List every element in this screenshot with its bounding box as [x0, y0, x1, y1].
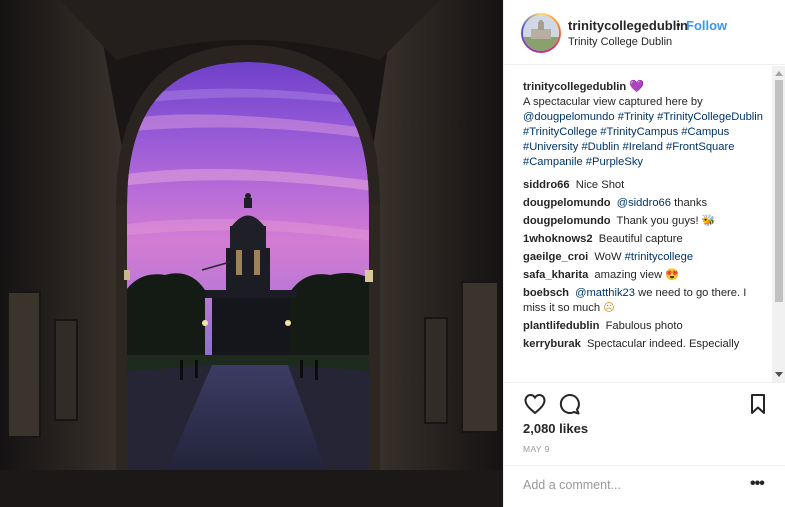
- comment-button[interactable]: [557, 392, 581, 416]
- comment-username[interactable]: siddro66: [523, 179, 570, 191]
- post-details-panel: trinitycollegedublin • Follow Trinity Co…: [503, 0, 785, 507]
- post-photo[interactable]: [0, 0, 503, 507]
- post-location[interactable]: Trinity College Dublin: [568, 36, 672, 48]
- comment-hashtag[interactable]: #trinitycollege: [625, 251, 693, 263]
- comment-text: WoW: [594, 251, 622, 263]
- separator-dot: •: [676, 17, 681, 32]
- scroll-up-arrow-icon[interactable]: [775, 71, 783, 76]
- comment-item: 1whoknows2 Beautiful capture: [523, 232, 763, 247]
- scrollbar-thumb[interactable]: [775, 80, 783, 302]
- comment-item: boebsch @matthik23 we need to go there. …: [523, 286, 763, 316]
- post-date: MAY 9: [523, 444, 550, 454]
- post-caption: trinitycollegedublin 💜 A spectacular vie…: [523, 79, 763, 170]
- comment-username[interactable]: kerryburak: [523, 338, 581, 350]
- comment-text: Spectacular indeed. Especially: [586, 338, 740, 350]
- comment-item: plantlifedublin Fabulous photo: [523, 319, 763, 334]
- follow-button[interactable]: Follow: [686, 18, 727, 33]
- heart-eyes-emoji: 😍: [665, 269, 680, 281]
- comment-username[interactable]: gaeilge_croi: [523, 251, 588, 263]
- comments-scrollbar[interactable]: [772, 66, 785, 382]
- comment-item: kerryburak Spectacular indeed. Especiall…: [523, 337, 763, 352]
- purple-heart-emoji: 💜: [629, 79, 645, 93]
- comment-username[interactable]: safa_kharita: [523, 269, 588, 281]
- comment-username[interactable]: boebsch: [523, 287, 569, 299]
- post-header: trinitycollegedublin • Follow Trinity Co…: [504, 0, 785, 65]
- comment-text: thanks: [674, 197, 708, 209]
- avatar[interactable]: [521, 13, 561, 53]
- caption-mention[interactable]: @dougpelomundo: [523, 111, 615, 123]
- caption-text: A spectacular view captured here by: [523, 96, 703, 108]
- comment-mention[interactable]: @matthik23: [575, 287, 635, 299]
- comment-text: amazing view: [594, 269, 663, 281]
- comment-username[interactable]: dougpelomundo: [523, 197, 611, 209]
- account-username[interactable]: trinitycollegedublin: [568, 18, 688, 33]
- like-button[interactable]: [523, 392, 547, 416]
- sad-face-emoji: ☹: [603, 302, 615, 314]
- comment-item: dougpelomundo @siddro66 thanks: [523, 196, 763, 211]
- ellipsis-icon[interactable]: •••: [750, 475, 765, 493]
- comment-item: safa_kharita amazing view 😍: [523, 268, 763, 283]
- comment-item: gaeilge_croi WoW #trinitycollege: [523, 250, 763, 265]
- comment-item: dougpelomundo Thank you guys! 🐝: [523, 214, 763, 229]
- comment-username[interactable]: dougpelomundo: [523, 215, 611, 227]
- photo-image: [0, 0, 503, 507]
- heart-outline-icon: [524, 393, 546, 415]
- add-comment-input[interactable]: [523, 478, 733, 492]
- post-actions: 2,080 likes MAY 9 •••: [504, 382, 785, 504]
- comment-text: Nice Shot: [575, 179, 625, 191]
- likes-count[interactable]: 2,080 likes: [523, 421, 588, 436]
- comment-username[interactable]: plantlifedublin: [523, 320, 599, 332]
- comment-mention[interactable]: @siddro66: [617, 197, 671, 209]
- bookmark-icon: [751, 394, 765, 414]
- comment-item: siddro66 Nice Shot: [523, 178, 763, 193]
- comments-list[interactable]: trinitycollegedublin 💜 A spectacular vie…: [504, 66, 785, 382]
- add-comment-bar: •••: [504, 465, 785, 505]
- speech-bubble-icon: [559, 394, 580, 415]
- comment-text: Thank you guys!: [616, 215, 699, 227]
- avatar-image: [523, 15, 559, 51]
- comment-text: Beautiful capture: [598, 233, 683, 245]
- scroll-down-arrow-icon[interactable]: [775, 372, 783, 377]
- save-button[interactable]: [746, 392, 770, 416]
- bee-emoji: 🐝: [701, 215, 716, 227]
- comment-text: Fabulous photo: [605, 320, 683, 332]
- comment-username[interactable]: 1whoknows2: [523, 233, 593, 245]
- caption-username[interactable]: trinitycollegedublin: [523, 81, 626, 93]
